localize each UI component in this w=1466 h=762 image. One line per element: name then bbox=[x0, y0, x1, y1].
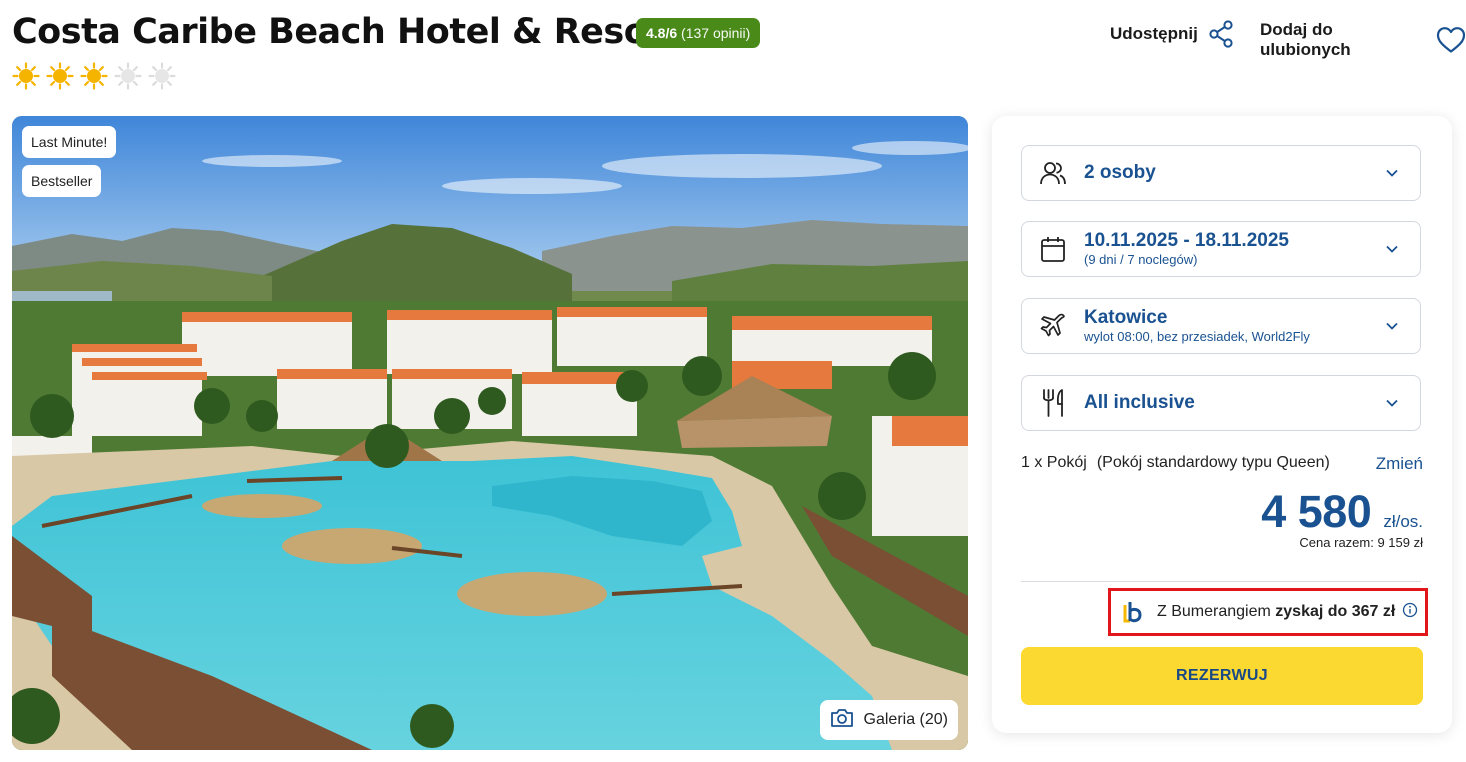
share-icon bbox=[1208, 20, 1234, 48]
heart-icon bbox=[1436, 26, 1466, 54]
change-room-link[interactable]: Zmień bbox=[1376, 454, 1423, 474]
dates-detail: (9 dni / 7 noclegów) bbox=[1084, 252, 1198, 267]
travelers-select[interactable]: 2 osoby bbox=[1021, 145, 1421, 201]
star-empty-icon bbox=[148, 62, 176, 90]
camera-icon bbox=[830, 707, 854, 734]
hotel-title: Costa Caribe Beach Hotel & Resort bbox=[12, 12, 681, 52]
info-icon[interactable] bbox=[1402, 602, 1418, 623]
room-info: 1 x Pokój (Pokój standardowy typu Queen) bbox=[1021, 454, 1330, 472]
airplane-icon bbox=[1022, 312, 1084, 340]
divider bbox=[1021, 581, 1421, 582]
gallery-label: Galeria (20) bbox=[863, 711, 948, 728]
star-empty-icon bbox=[114, 62, 142, 90]
add-to-favorites-button[interactable]: Dodaj do ulubionych bbox=[1260, 20, 1466, 60]
share-label: Udostępnij bbox=[1110, 24, 1198, 43]
bumerang-promo[interactable]: Z Bumerangiem zyskaj do 367 zł bbox=[1108, 588, 1428, 636]
booking-panel: 2 osoby 10.11.2025 - 18.11.2025 (9 dni /… bbox=[992, 116, 1452, 733]
resort-aerial-image bbox=[12, 116, 968, 750]
bumerang-savings: zyskaj do 367 zł bbox=[1275, 603, 1396, 620]
departure-select[interactable]: Katowice wylot 08:00, bez przesiadek, Wo… bbox=[1021, 298, 1421, 354]
room-type: (Pokój standardowy typu Queen) bbox=[1096, 454, 1330, 471]
cutlery-icon bbox=[1022, 388, 1084, 418]
chevron-down-icon bbox=[1364, 398, 1420, 408]
board-select[interactable]: All inclusive bbox=[1021, 375, 1421, 431]
star-filled-icon bbox=[46, 62, 74, 90]
price-per-person: 4 580 zł/os. bbox=[1261, 486, 1423, 538]
people-icon bbox=[1022, 159, 1084, 187]
departure-city: Katowice bbox=[1084, 307, 1168, 328]
star-rating bbox=[12, 62, 176, 90]
chevron-down-icon bbox=[1364, 244, 1420, 254]
rating-score: 4.8/6 bbox=[646, 25, 678, 41]
rating-badge[interactable]: 4.8/6 (137 opinii) bbox=[636, 18, 761, 48]
dates-select[interactable]: 10.11.2025 - 18.11.2025 (9 dni / 7 nocle… bbox=[1021, 221, 1421, 277]
board-value: All inclusive bbox=[1084, 392, 1195, 413]
bestseller-badge: Bestseller bbox=[22, 165, 102, 197]
hotel-main-photo[interactable]: Last Minute! Bestseller Galeria (20) bbox=[12, 116, 968, 750]
departure-detail: wylot 08:00, bez przesiadek, World2Fly bbox=[1084, 329, 1310, 344]
room-count: 1 x Pokój bbox=[1021, 454, 1087, 471]
last-minute-badge: Last Minute! bbox=[22, 126, 117, 158]
star-filled-icon bbox=[80, 62, 108, 90]
star-filled-icon bbox=[12, 62, 40, 90]
bumerang-text: Z Bumerangiem bbox=[1157, 603, 1271, 620]
chevron-down-icon bbox=[1364, 321, 1420, 331]
travelers-value: 2 osoby bbox=[1084, 162, 1156, 183]
price-value: 4 580 bbox=[1261, 486, 1372, 537]
share-button[interactable]: Udostępnij bbox=[1110, 20, 1234, 48]
bumerang-logo-icon bbox=[1111, 599, 1157, 625]
calendar-icon bbox=[1022, 235, 1084, 263]
reserve-button[interactable]: REZERWUJ bbox=[1021, 647, 1423, 705]
total-price: Cena razem: 9 159 zł bbox=[1299, 535, 1423, 550]
dates-value: 10.11.2025 - 18.11.2025 bbox=[1084, 230, 1289, 251]
rating-count: (137 opinii) bbox=[681, 25, 751, 41]
chevron-down-icon bbox=[1364, 168, 1420, 178]
favorites-label: Dodaj do ulubionych bbox=[1260, 20, 1351, 59]
gallery-button[interactable]: Galeria (20) bbox=[819, 700, 958, 740]
price-unit: zł/os. bbox=[1383, 512, 1423, 531]
